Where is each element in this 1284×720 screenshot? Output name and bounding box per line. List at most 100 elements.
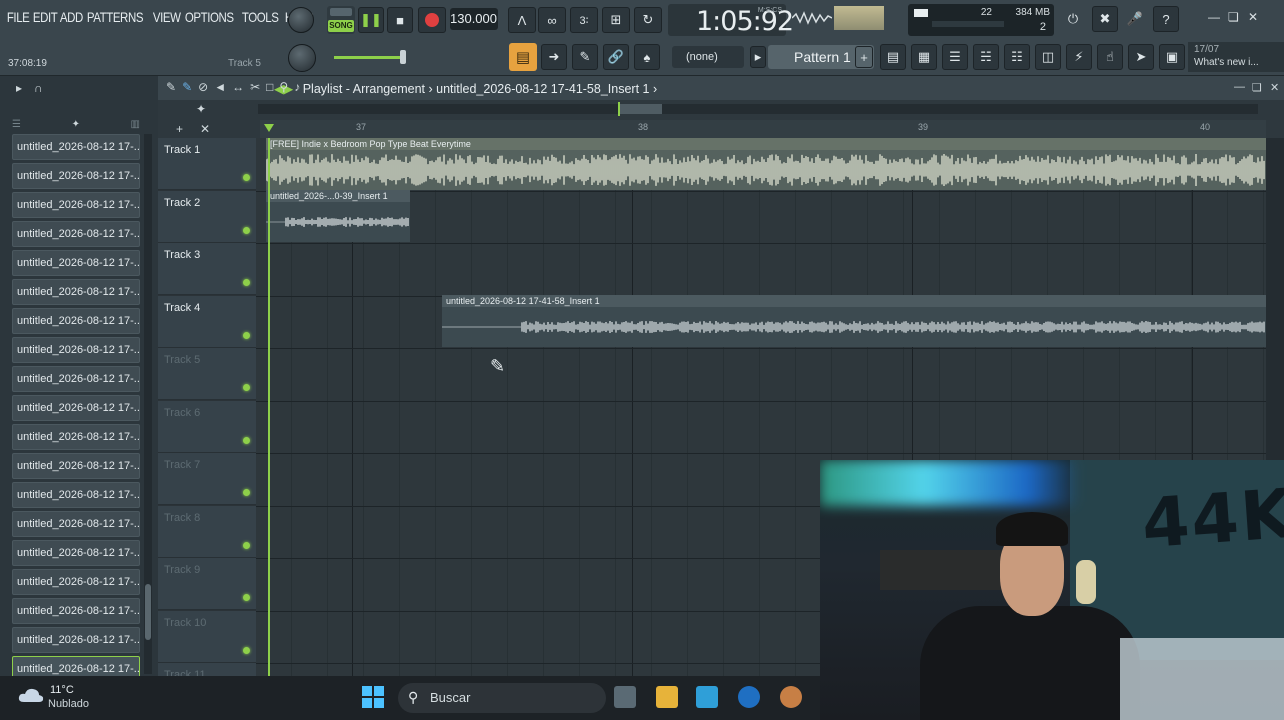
news-panel[interactable]: 17/07 What's new i... — [1188, 42, 1284, 72]
track-header[interactable]: Track 2 — [158, 190, 256, 243]
pencil-icon[interactable]: ✎ — [572, 44, 598, 70]
pattern-song-toggle[interactable]: SONG — [327, 6, 355, 34]
track-header[interactable]: Track 1 — [158, 138, 256, 190]
track-enable-led[interactable] — [243, 279, 250, 286]
minimize-icon[interactable]: — — [1208, 10, 1220, 24]
browser-item[interactable]: untitled_2026-08-12 17-... — [12, 192, 140, 218]
metronome-icon[interactable]: Λ — [508, 7, 536, 33]
close-icon[interactable]: ✕ — [1248, 10, 1258, 24]
browser-item[interactable]: untitled_2026-08-12 17-... — [12, 163, 140, 189]
browser-list-icon[interactable]: ☰ — [12, 119, 21, 130]
browser-scrollbar[interactable] — [144, 134, 152, 674]
pause-button[interactable]: ❚❚ — [358, 7, 384, 33]
track-header[interactable]: Track 7 — [158, 453, 256, 505]
track-header[interactable]: Track 3 — [158, 243, 256, 295]
track-enable-led[interactable] — [243, 646, 250, 654]
track-header[interactable]: Track 10 — [158, 610, 256, 663]
tools-icon[interactable]: ✖ — [1092, 6, 1118, 32]
browser-item[interactable]: untitled_2026-08-12 17-... — [12, 134, 140, 160]
browser-item[interactable]: untitled_2026-08-12 17-... — [12, 395, 140, 421]
loop-record-icon[interactable]: ↻ — [634, 7, 662, 33]
browser-item[interactable]: untitled_2026-08-12 17-... — [12, 279, 140, 305]
select-tool-icon[interactable]: □ — [266, 80, 273, 94]
pattern-prev-arrow-icon[interactable]: ▸ — [750, 46, 766, 68]
scroll-arrows-icon[interactable]: ✦ — [196, 102, 206, 116]
fl-studio-app-icon[interactable] — [780, 686, 802, 708]
browser-item[interactable]: untitled_2026-08-12 17-... — [12, 482, 140, 508]
browser-app-icon[interactable] — [738, 686, 760, 708]
track-enable-led[interactable] — [243, 384, 250, 391]
browser-item[interactable]: untitled_2026-08-12 17-... — [12, 250, 140, 276]
windows-start-icon[interactable] — [362, 686, 384, 708]
track-enable-led[interactable] — [243, 331, 250, 339]
track-header[interactable]: Track 5 — [158, 348, 256, 400]
zoom-tool-icon[interactable]: ⚲ — [279, 80, 288, 94]
snap-magnet-icon[interactable]: ∩ — [34, 81, 43, 95]
add-track-icon[interactable]: + — [176, 122, 183, 136]
maximize-icon[interactable]: ❏ — [1228, 10, 1239, 24]
menu-options[interactable]: OPTIONS — [184, 9, 234, 25]
audio-clip[interactable]: untitled_2026-08-12 17-41-58_Insert 1 — [442, 295, 1266, 347]
browser-star-icon[interactable]: ✦ — [72, 119, 80, 130]
time-display[interactable]: 1:05:92 M:S:CS — [668, 4, 794, 37]
wait-input-icon[interactable]: ∞ — [538, 7, 566, 33]
menu-edit[interactable]: EDIT — [32, 9, 58, 25]
playhead-marker-icon[interactable] — [264, 124, 274, 132]
master-volume-slider[interactable] — [334, 50, 406, 64]
track-header[interactable]: Track 9 — [158, 558, 256, 610]
task-view-icon[interactable] — [614, 686, 636, 708]
playlist-minimize-icon[interactable]: — — [1234, 81, 1245, 93]
file-explorer-icon[interactable] — [656, 686, 678, 708]
add-pattern-icon[interactable]: + — [855, 46, 873, 68]
record-button[interactable] — [418, 7, 446, 33]
browser-item[interactable]: untitled_2026-08-12 17-... — [12, 424, 140, 450]
browser-item[interactable]: untitled_2026-08-12 17-... — [12, 221, 140, 247]
audio-clip[interactable]: [FREE] Indie x Bedroom Pop Type Beat Eve… — [266, 138, 1266, 190]
link-icon[interactable]: 🔗 — [603, 44, 629, 70]
countdown-icon[interactable]: 3∶ — [570, 7, 598, 33]
track-header[interactable]: Track 6 — [158, 400, 256, 453]
stamp-icon[interactable]: ♠ — [634, 44, 660, 70]
scrollbar-thumb[interactable] — [618, 104, 662, 114]
draw-tool-icon[interactable]: ✎ — [166, 80, 176, 94]
step-edit-icon[interactable]: ⊞ — [602, 7, 630, 33]
menu-add[interactable]: ADD — [59, 9, 84, 25]
mixer-icon[interactable]: ☵ — [973, 44, 999, 70]
mute-tool-icon[interactable]: ◄ — [214, 80, 226, 94]
project-icon[interactable]: ◫ — [1035, 44, 1061, 70]
piano-roll-icon[interactable]: ▦ — [911, 44, 937, 70]
plugin-icon[interactable]: ⚡ — [1066, 44, 1092, 70]
playlist-close-icon[interactable]: ✕ — [1270, 81, 1279, 94]
browser-arrow-icon[interactable]: ▸ — [16, 81, 22, 95]
microphone-icon[interactable]: 🎤 — [1122, 6, 1148, 32]
browser-item[interactable]: untitled_2026-08-12 17-... — [12, 366, 140, 392]
playlist-maximize-icon[interactable]: ❏ — [1252, 81, 1262, 94]
export-icon[interactable]: ➤ — [1128, 44, 1154, 70]
menu-tools[interactable]: TOOLS — [241, 9, 279, 25]
shop-icon[interactable]: ▣ — [1159, 44, 1185, 70]
power-icon[interactable]: ⏻ — [1060, 6, 1086, 32]
menu-file[interactable]: FILE — [6, 9, 30, 25]
channel-rack-icon[interactable]: ☰ — [942, 44, 968, 70]
paint-tool-icon[interactable]: ✎ — [182, 80, 192, 94]
browser-grid-icon[interactable]: ▥ — [131, 119, 140, 130]
remove-track-icon[interactable]: ✕ — [200, 122, 210, 136]
playlist-snap-icon[interactable]: ▤ — [509, 43, 537, 71]
playback-tool-icon[interactable]: ♪ — [294, 80, 300, 94]
tempo-display[interactable]: 130.000 — [450, 8, 498, 30]
master-volume-knob[interactable] — [288, 7, 314, 33]
track-enable-led[interactable] — [243, 174, 250, 181]
delete-tool-icon[interactable]: ⊘ — [198, 80, 208, 94]
browser-item[interactable]: untitled_2026-08-12 17-... — [12, 627, 140, 653]
weather-description[interactable]: Nublado — [48, 698, 89, 710]
browser-icon[interactable]: ☷ — [1004, 44, 1030, 70]
browser-item[interactable]: untitled_2026-08-12 17-... — [12, 337, 140, 363]
browser-item[interactable]: untitled_2026-08-12 17-... — [12, 598, 140, 624]
weather-temperature[interactable]: 11°C — [50, 684, 74, 696]
slice-tool-icon[interactable]: ✂ — [250, 80, 260, 94]
audio-clip[interactable]: untitled_2026-...0-39_Insert 1 — [266, 190, 410, 242]
browser-item[interactable]: untitled_2026-08-12 17-... — [12, 511, 140, 537]
store-app-icon[interactable] — [696, 686, 718, 708]
browser-item[interactable]: untitled_2026-08-12 17-... — [12, 540, 140, 566]
help-icon[interactable]: ? — [1153, 6, 1179, 32]
